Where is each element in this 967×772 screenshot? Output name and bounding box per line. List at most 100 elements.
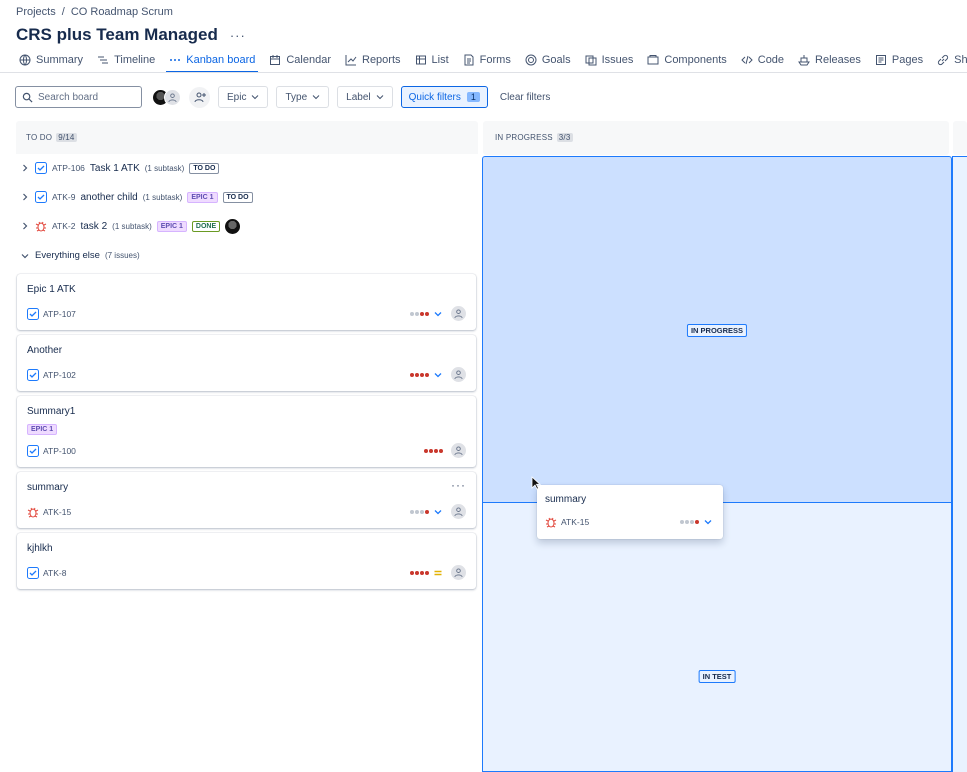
issue-key[interactable]: ATK-9 — [52, 192, 75, 202]
subtask-count: (1 subtask) — [112, 221, 152, 231]
forms-icon — [464, 54, 474, 66]
tab-label: Reports — [362, 54, 401, 66]
drop-zone-in-test[interactable]: IN TEST — [482, 502, 952, 772]
tab-label: List — [431, 54, 449, 66]
assignee-avatar[interactable] — [451, 504, 466, 519]
tab-goals[interactable]: Goals — [518, 50, 578, 70]
status-badge: TO DO — [222, 191, 253, 203]
parent-issue-row[interactable]: ATP-106 Task 1 ATK (1 subtask) TO DO — [20, 159, 220, 177]
quick-filters-label: Quick filters — [408, 91, 461, 103]
epic-badge: EPIC 1 — [187, 191, 218, 203]
tab-label: Summary — [36, 54, 84, 66]
todo-column-body: ATP-106 Task 1 ATK (1 subtask) TO DO ATK… — [16, 154, 478, 772]
issues-icon — [585, 55, 597, 66]
drop-zone-next[interactable] — [952, 156, 967, 772]
dragging-card[interactable]: summary ATK-15 — [537, 485, 723, 539]
label-filter-button[interactable]: Label — [337, 86, 393, 108]
breadcrumb-separator: / — [61, 6, 65, 18]
subtask-count: (1 subtask) — [144, 163, 185, 173]
card-footer: ATK-15 — [545, 516, 713, 528]
assignee-avatar[interactable] — [451, 443, 466, 458]
tab-components[interactable]: Components — [640, 50, 733, 70]
issue-card[interactable]: summary ··· ATK-15 — [17, 472, 476, 528]
card-footer: ATP-100 — [27, 443, 466, 458]
search-input[interactable]: Search board — [15, 86, 142, 108]
label-filter-label: Label — [346, 91, 371, 103]
tab-releases[interactable]: Releases — [791, 50, 868, 70]
chevron-right-icon[interactable] — [20, 163, 30, 173]
add-people-button[interactable] — [189, 86, 210, 108]
reports-icon — [345, 55, 357, 66]
tab-label: Releases — [815, 54, 861, 66]
type-filter-button[interactable]: Type — [276, 86, 330, 108]
assignee-avatar[interactable] — [451, 306, 466, 321]
parent-issue-row[interactable]: ATK-9 another child (1 subtask) EPIC 1 T… — [20, 188, 253, 206]
tab-summary[interactable]: Summary — [12, 50, 90, 70]
task-icon — [27, 368, 39, 381]
tab-code[interactable]: Code — [734, 50, 791, 70]
issue-card[interactable]: Summary1 EPIC 1 ATP-100 — [17, 396, 476, 467]
card-footer: ATK-15 — [27, 504, 466, 519]
issue-key[interactable]: ATK-2 — [52, 221, 75, 231]
column-next — [953, 121, 967, 155]
tab-timeline[interactable]: Timeline — [90, 50, 162, 70]
story-points-dots — [424, 448, 443, 453]
tab-list[interactable]: List — [408, 50, 456, 70]
issue-card[interactable]: kjhlkh ATK-8 — [17, 533, 476, 589]
person-icon — [454, 446, 463, 455]
tab-shortcuts[interactable]: Shortcuts — [930, 50, 967, 70]
assignee-avatar[interactable] — [451, 367, 466, 382]
tab-label: Components — [664, 54, 727, 66]
column-title: IN PROGRESS — [495, 132, 553, 142]
avatar[interactable] — [164, 88, 181, 106]
issue-card[interactable]: Another ATP-102 — [17, 335, 476, 391]
chevron-right-icon[interactable] — [20, 221, 30, 231]
more-actions-button[interactable]: ··· — [230, 28, 246, 43]
task-icon — [35, 191, 47, 203]
drop-zone-in-progress[interactable]: IN PROGRESS — [482, 156, 952, 503]
card-more-button[interactable]: ··· — [451, 478, 466, 492]
tab-label: Forms — [479, 54, 511, 66]
link-icon — [938, 54, 949, 66]
tab-forms[interactable]: Forms — [456, 50, 518, 70]
person-icon — [454, 507, 463, 516]
breadcrumb-project-link[interactable]: CO Roadmap Scrum — [71, 6, 173, 18]
chevron-down-icon[interactable] — [20, 251, 30, 261]
tab-issues[interactable]: Issues — [578, 50, 641, 70]
story-points-dots — [410, 570, 429, 575]
avatar[interactable] — [225, 218, 241, 234]
clear-filters-button[interactable]: Clear filters — [500, 92, 551, 103]
tab-calendar[interactable]: Calendar — [262, 50, 338, 70]
issue-card[interactable]: Epic 1 ATK ATP-107 — [17, 274, 476, 330]
breadcrumb: Projects / CO Roadmap Scrum — [16, 6, 173, 18]
story-points-dots — [410, 311, 429, 316]
card-key: ATP-107 — [43, 308, 76, 319]
board-dots-icon — [170, 59, 181, 61]
card-key: ATK-15 — [43, 506, 72, 517]
tab-kanban-board[interactable]: Kanban board — [162, 50, 262, 73]
swimlane-label: Everything else — [35, 250, 100, 261]
chevron-right-icon[interactable] — [20, 192, 30, 202]
tab-pages[interactable]: Pages — [868, 50, 930, 70]
tab-label: Kanban board — [186, 54, 256, 66]
quick-filters-button[interactable]: Quick filters 1 — [400, 86, 488, 108]
tab-label: Goals — [541, 54, 571, 66]
task-icon — [27, 307, 39, 320]
breadcrumb-projects-link[interactable]: Projects — [16, 6, 56, 18]
tab-label: Calendar — [286, 54, 331, 66]
add-person-icon — [194, 92, 206, 103]
column-in-progress: IN PROGRESS 3/3 — [483, 121, 949, 155]
target-icon — [525, 54, 537, 66]
swimlane-everything-else[interactable]: Everything else (7 issues) — [20, 250, 140, 261]
assignee-avatar[interactable] — [451, 565, 466, 580]
priority-medium-icon — [434, 570, 442, 575]
priority-low-icon — [704, 520, 712, 525]
priority-low-icon — [434, 372, 442, 377]
chevron-down-icon — [312, 95, 320, 100]
person-icon — [454, 568, 463, 577]
epic-filter-button[interactable]: Epic — [218, 86, 269, 108]
epic-badge: EPIC 1 — [156, 220, 187, 232]
tab-reports[interactable]: Reports — [338, 50, 408, 70]
parent-issue-row[interactable]: ATK-2 task 2 (1 subtask) EPIC 1 DONE — [20, 217, 241, 235]
issue-key[interactable]: ATP-106 — [52, 163, 85, 173]
